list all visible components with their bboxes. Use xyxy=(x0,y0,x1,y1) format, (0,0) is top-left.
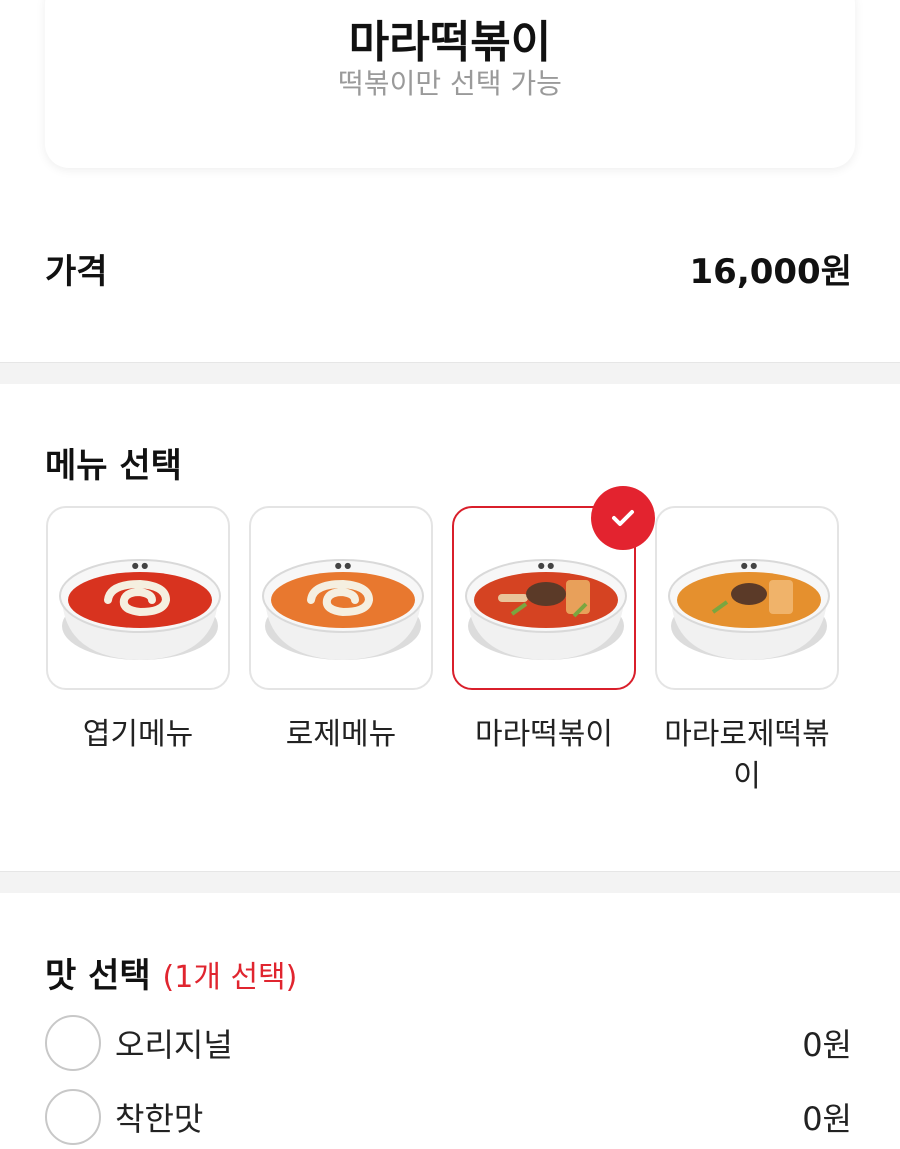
section-divider xyxy=(0,871,900,893)
flavor-option-original[interactable]: 오리지널 0원 xyxy=(45,1013,852,1073)
menu-item-name: 마라떡볶이 xyxy=(475,717,613,752)
menu-item-mala-rose[interactable]: ● ● 마라로제떡볶이 xyxy=(655,506,839,798)
tteokbokki-bowl-image: ● ● xyxy=(59,559,221,660)
flavor-section-hint: (1개 선택) xyxy=(162,960,298,995)
svg-text:● ●: ● ● xyxy=(741,561,758,570)
radio-button[interactable] xyxy=(45,1015,101,1071)
check-icon xyxy=(612,510,634,526)
price-row: 가격 16,000원 xyxy=(45,240,852,296)
price-value: 16,000원 xyxy=(689,251,852,292)
svg-text:● ●: ● ● xyxy=(132,561,149,570)
menu-item-name: 마라로제떡볶이 xyxy=(664,717,830,794)
product-info-card: 마라떡볶이 떡볶이만 선택 가능 xyxy=(45,0,855,168)
flavor-section-label: 맛 선택 xyxy=(45,956,151,996)
svg-text:● ●: ● ● xyxy=(335,561,352,570)
menu-thumb[interactable]: ● ● xyxy=(249,506,433,690)
flavor-option-price: 0원 xyxy=(802,1026,852,1064)
svg-text:● ●: ● ● xyxy=(538,561,555,570)
radio-button[interactable] xyxy=(45,1089,101,1145)
product-title: 마라떡볶이 xyxy=(348,17,552,68)
menu-thumb[interactable]: ● ● xyxy=(655,506,839,690)
flavor-option-price: 0원 xyxy=(802,1100,852,1138)
product-subtitle: 떡볶이만 선택 가능 xyxy=(338,67,562,100)
flavor-section-title: 맛 선택 (1개 선택) xyxy=(45,948,297,997)
flavor-option-label: 착한맛 xyxy=(115,1100,204,1138)
menu-item-rose[interactable]: ● ● 로제메뉴 xyxy=(249,506,433,756)
menu-item-name: 로제메뉴 xyxy=(285,717,397,752)
menu-thumb[interactable]: ● ● xyxy=(46,506,230,690)
menu-item-name: 엽기메뉴 xyxy=(82,717,194,752)
flavor-option-mild[interactable]: 착한맛 0원 xyxy=(45,1087,852,1147)
tteokbokki-bowl-image: ● ● xyxy=(262,559,424,660)
menu-section-title: 메뉴 선택 xyxy=(45,446,182,486)
menu-item-yeopgi[interactable]: ● ● 엽기메뉴 xyxy=(46,506,230,756)
section-divider xyxy=(0,362,900,384)
price-label: 가격 xyxy=(45,251,108,292)
selected-check-badge xyxy=(591,486,655,550)
tteokbokki-bowl-image: ● ● xyxy=(668,559,830,660)
flavor-option-label: 오리지널 xyxy=(115,1026,233,1064)
